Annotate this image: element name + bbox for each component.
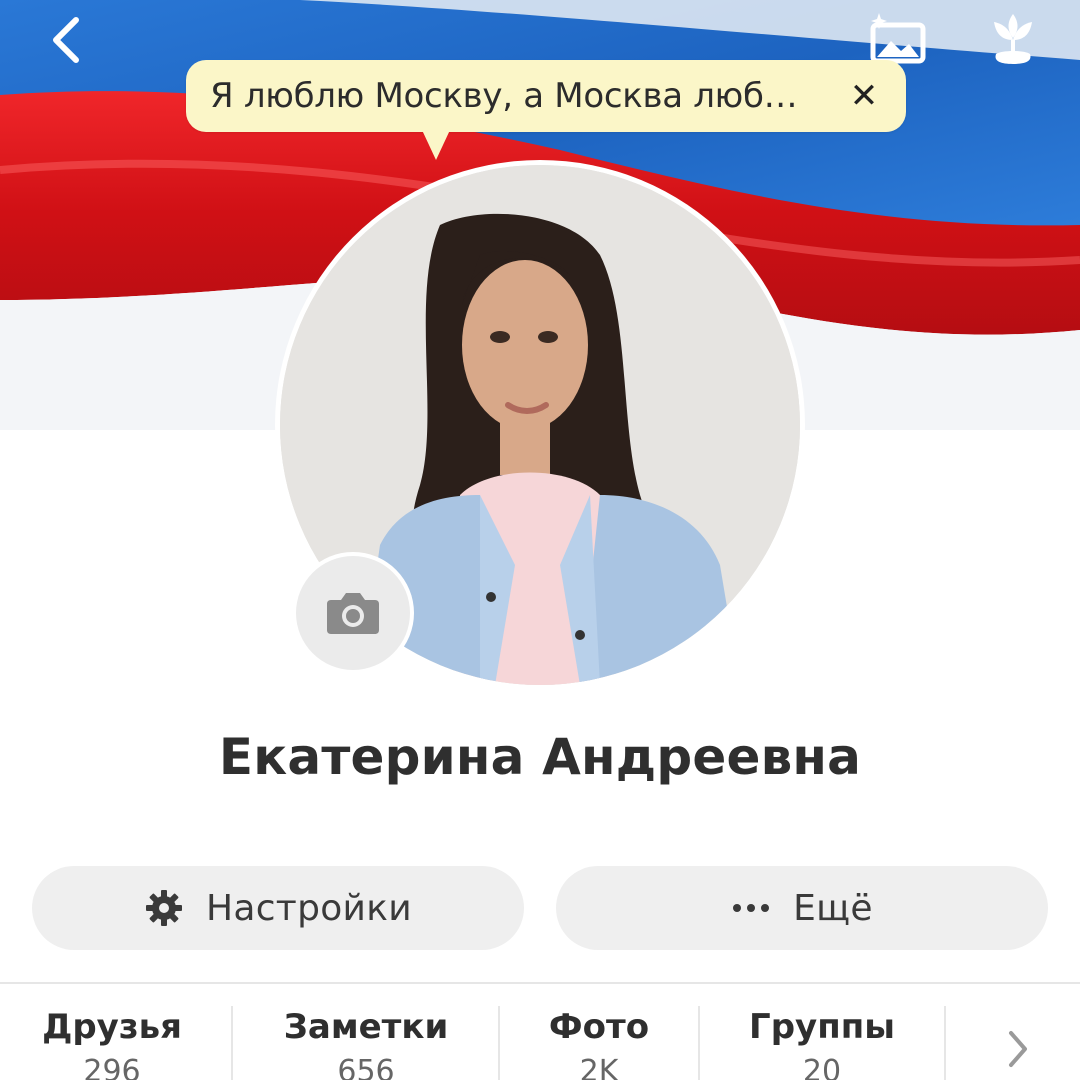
stat-notes[interactable]: Заметки 656 [234, 1004, 498, 1080]
stat-label: Заметки [283, 1007, 449, 1047]
camera-icon-wrap [296, 556, 410, 670]
stat-value: 656 [337, 1054, 395, 1080]
chevron-left-icon [53, 17, 79, 63]
stat-value: 296 [83, 1054, 141, 1080]
change-photo-button[interactable] [292, 552, 414, 674]
more-dots-icon [733, 904, 770, 912]
chevron-right-icon [1009, 1031, 1027, 1067]
stat-label: Группы [749, 1007, 895, 1047]
stat-value: 20 [802, 1054, 842, 1080]
stat-label: Друзья [42, 1007, 182, 1047]
image-sparkle-icon [870, 13, 926, 64]
settings-button[interactable]: Настройки [32, 866, 524, 950]
gift-button[interactable] [978, 6, 1048, 70]
more-label: Ещё [793, 887, 873, 929]
stat-separator [944, 1006, 946, 1080]
stats-more-button[interactable] [996, 1024, 1040, 1074]
stat-value: 2K [579, 1054, 619, 1080]
gear-icon [145, 890, 182, 926]
stat-friends[interactable]: Друзья 296 [0, 1004, 224, 1080]
status-bubble[interactable]: Я люблю Москву, а Москва люб… ✕ [186, 60, 906, 160]
back-button[interactable] [34, 8, 98, 72]
profile-name: Екатерина Андреевна [218, 728, 862, 786]
status-text: Я люблю Москву, а Москва люб… [210, 76, 798, 116]
stat-groups[interactable]: Группы 20 [700, 1004, 944, 1080]
stat-photos[interactable]: Фото 2K [500, 1004, 698, 1080]
flower-icon [994, 14, 1032, 64]
close-icon[interactable]: ✕ [844, 76, 884, 116]
stat-label: Фото [548, 1007, 650, 1047]
camera-icon [327, 593, 379, 634]
divider [0, 982, 1080, 984]
settings-label: Настройки [205, 887, 412, 929]
profile-stats: Друзья 296 Заметки 656 Фото 2K Группы 20 [0, 1004, 1080, 1080]
more-button[interactable]: Ещё [556, 866, 1048, 950]
stat-separator [231, 1006, 233, 1080]
